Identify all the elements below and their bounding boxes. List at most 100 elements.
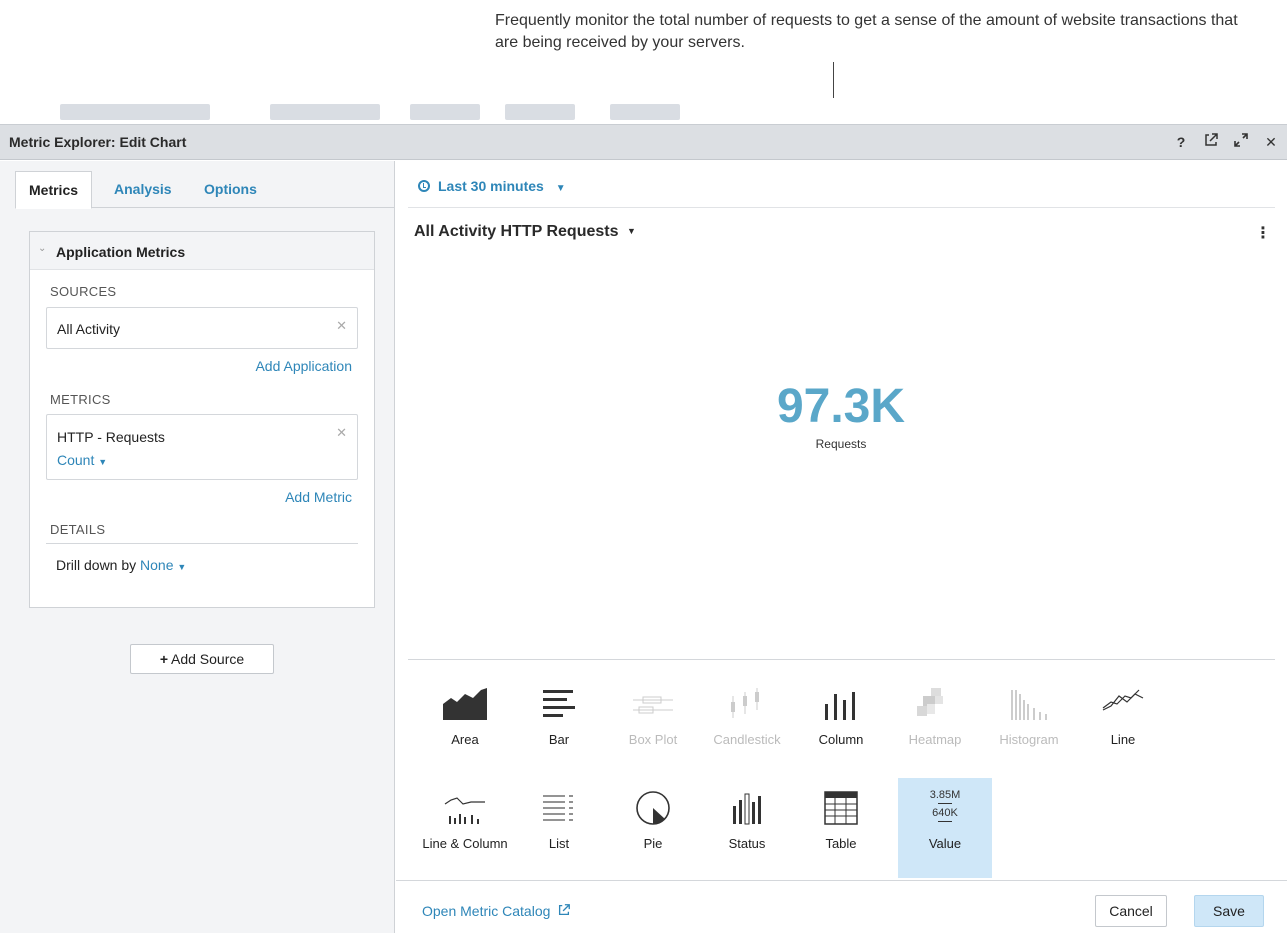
expand-icon[interactable] xyxy=(1233,132,1249,152)
details-label: DETAILS xyxy=(50,522,106,537)
pie-chart-icon xyxy=(636,791,670,825)
histogram-icon xyxy=(1011,690,1047,720)
chart-type-candlestick: Candlestick xyxy=(700,674,794,774)
clock-icon xyxy=(418,180,430,192)
remove-source-icon[interactable]: ✕ xyxy=(336,318,347,334)
status-icon xyxy=(733,793,761,825)
caret-down-icon: ▼ xyxy=(555,183,566,194)
chart-type-label: Candlestick xyxy=(713,732,781,747)
list-icon xyxy=(543,795,573,821)
right-pane: Last 30 minutes ▼ All Activity HTTP Requ… xyxy=(396,161,1287,933)
chart-type-line-and-column[interactable]: Line & Column xyxy=(418,778,512,878)
help-icon[interactable]: ? xyxy=(1173,132,1189,152)
drill-down-label: Drill down by xyxy=(56,557,137,573)
chart-type-line[interactable]: Line xyxy=(1076,674,1170,774)
add-application-link[interactable]: Add Application xyxy=(255,358,352,374)
add-source-label: Add Source xyxy=(171,651,245,667)
chart-type-label: Bar xyxy=(548,732,570,747)
time-divider xyxy=(408,207,1275,208)
caret-down-icon: ▼ xyxy=(626,226,636,236)
chevron-down-icon: ⌄ xyxy=(38,243,47,254)
metric-unit-label: Requests xyxy=(815,437,867,451)
chart-type-label: Area xyxy=(451,732,479,747)
heatmap-icon xyxy=(917,688,943,716)
cancel-button[interactable]: Cancel xyxy=(1095,895,1167,927)
background-nav-strip xyxy=(0,98,1287,126)
chart-type-label: List xyxy=(548,836,570,851)
table-icon xyxy=(824,791,858,825)
tab-metrics[interactable]: Metrics xyxy=(15,171,93,209)
area-chart-icon xyxy=(443,688,487,720)
metric-aggregation-dropdown[interactable]: Count ▼ xyxy=(57,452,107,468)
chart-type-label: Box Plot xyxy=(628,732,678,747)
chart-type-list[interactable]: List xyxy=(512,778,606,878)
chart-type-label: Line & Column xyxy=(422,836,508,851)
caret-down-icon: ▼ xyxy=(177,562,187,572)
edit-chart-window: Metric Explorer: Edit Chart ? ✕ Metrics … xyxy=(0,124,1287,933)
chart-type-value[interactable]: 3.85M 640K Value xyxy=(898,778,992,878)
chart-type-label: Pie xyxy=(643,836,663,851)
chart-type-status[interactable]: Status xyxy=(700,778,794,878)
line-and-column-icon xyxy=(444,797,485,824)
footer-divider xyxy=(396,880,1287,881)
source-field[interactable]: All Activity ✕ xyxy=(46,307,358,349)
value-icon-bottom: 640K xyxy=(932,807,958,819)
external-link-icon[interactable] xyxy=(1203,132,1219,152)
tab-options[interactable]: Options xyxy=(191,171,270,208)
drill-down-row: Drill down by None ▼ xyxy=(56,557,186,573)
tab-analysis[interactable]: Analysis xyxy=(101,171,185,208)
add-metric-link[interactable]: Add Metric xyxy=(285,489,352,505)
chart-type-histogram: Histogram xyxy=(982,674,1076,774)
box-plot-icon xyxy=(633,696,673,714)
column-chart-icon xyxy=(825,692,855,720)
metric-field[interactable]: HTTP - Requests ✕ Count ▼ xyxy=(46,414,358,480)
metrics-label: METRICS xyxy=(50,392,111,407)
callout-text: Frequently monitor the total number of r… xyxy=(495,12,1238,51)
add-source-button[interactable]: + Add Source xyxy=(130,644,274,674)
chart-type-label: Histogram xyxy=(999,732,1059,747)
chart-types-divider xyxy=(408,659,1275,660)
chart-type-area[interactable]: Area xyxy=(418,674,512,774)
value-icon-rule xyxy=(938,821,952,822)
chart-title-dropdown[interactable]: All Activity HTTP Requests ▼ xyxy=(414,223,636,241)
chart-type-label: Status xyxy=(728,836,766,851)
sources-label: SOURCES xyxy=(50,284,117,299)
kebab-menu-icon[interactable]: ⋮ xyxy=(1255,223,1271,243)
chart-type-bar[interactable]: Bar xyxy=(512,674,606,774)
editor-tabs: Metrics Analysis Options xyxy=(15,171,395,209)
plus-icon: + xyxy=(159,651,168,667)
card-header[interactable]: ⌄ Application Metrics xyxy=(30,232,374,270)
chart-type-label: Table xyxy=(825,836,857,851)
source-value: All Activity xyxy=(57,321,121,337)
chart-type-column[interactable]: Column xyxy=(794,674,888,774)
open-metric-catalog-link[interactable]: Open Metric Catalog xyxy=(422,903,571,919)
metric-big-value: 97.3K xyxy=(776,380,906,433)
application-metrics-card: ⌄ Application Metrics SOURCES All Activi… xyxy=(29,231,375,608)
line-chart-icon xyxy=(1102,689,1144,711)
chart-type-label: Column xyxy=(818,732,864,747)
chart-type-heatmap: Heatmap xyxy=(888,674,982,774)
value-icon-rule xyxy=(938,803,952,804)
window-titlebar: Metric Explorer: Edit Chart ? ✕ xyxy=(0,125,1287,160)
caret-down-icon: ▼ xyxy=(98,457,108,467)
chart-type-label: Value xyxy=(928,836,962,851)
close-icon[interactable]: ✕ xyxy=(1263,132,1279,152)
chart-type-table[interactable]: Table xyxy=(794,778,888,878)
value-icon: 3.85M 640K xyxy=(898,788,992,823)
value-icon-top: 3.85M xyxy=(929,789,961,801)
metric-value: HTTP - Requests xyxy=(57,429,165,445)
drill-down-dropdown[interactable]: None ▼ xyxy=(140,557,186,573)
window-title: Metric Explorer: Edit Chart xyxy=(9,134,187,150)
drill-down-value: None xyxy=(140,557,174,573)
candlestick-icon xyxy=(731,688,759,718)
chart-type-pie[interactable]: Pie xyxy=(606,778,700,878)
chart-type-box-plot: Box Plot xyxy=(606,674,700,774)
remove-metric-icon[interactable]: ✕ xyxy=(336,425,347,441)
external-link-icon xyxy=(559,904,571,916)
time-range-value: Last 30 minutes xyxy=(438,178,544,194)
open-metric-catalog-label: Open Metric Catalog xyxy=(422,903,551,919)
save-button[interactable]: Save xyxy=(1194,895,1264,927)
time-range-dropdown[interactable]: Last 30 minutes ▼ xyxy=(418,178,566,194)
chart-type-label: Heatmap xyxy=(908,732,962,747)
details-divider xyxy=(46,543,358,544)
